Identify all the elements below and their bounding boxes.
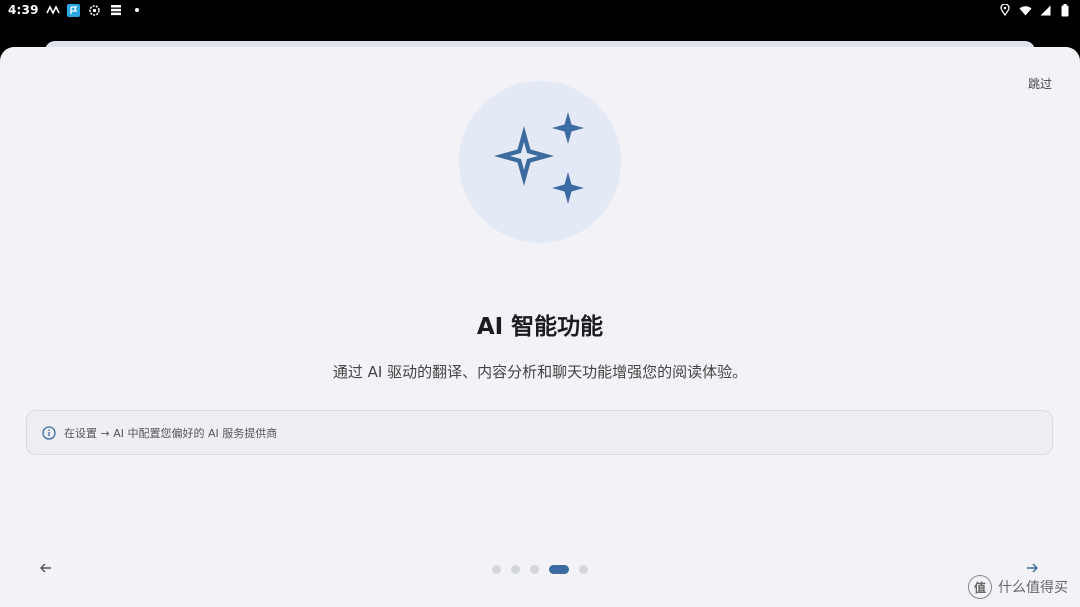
watermark: 值 什么值得买	[968, 575, 1068, 599]
page-dot[interactable]	[530, 565, 539, 574]
storage-icon	[109, 3, 123, 17]
watermark-badge: 值	[968, 575, 992, 599]
sparkles-icon	[492, 112, 588, 212]
settings-gear-icon	[88, 3, 102, 17]
app-flag-icon	[67, 3, 81, 17]
status-left: 4:39	[8, 3, 144, 17]
info-text: 在设置 → AI 中配置您偏好的 AI 服务提供商	[64, 426, 278, 440]
info-banner: 在设置 → AI 中配置您偏好的 AI 服务提供商	[26, 410, 1053, 455]
info-icon	[42, 425, 56, 440]
location-icon	[998, 3, 1012, 17]
signal-wave-icon	[45, 3, 60, 17]
watermark-text: 什么值得买	[998, 580, 1068, 596]
page-description: 通过 AI 驱动的翻译、内容分析和聊天功能增强您的阅读体验。	[332, 363, 748, 381]
wifi-icon	[1018, 3, 1032, 17]
onboarding-sheet: 跳过 AI 智能功能 通过 AI 驱动的翻译、内容分析和聊天功能增强您的阅读体验…	[0, 47, 1080, 607]
page-dot-active[interactable]	[549, 565, 569, 574]
dot-icon	[130, 3, 144, 17]
hero-illustration	[459, 81, 621, 243]
page-indicator	[0, 565, 1080, 574]
cell-signal-icon	[1038, 3, 1052, 17]
battery-icon	[1058, 3, 1072, 17]
page-title: AI 智能功能	[476, 314, 604, 340]
page-dot[interactable]	[511, 565, 520, 574]
status-bar: 4:39	[0, 0, 1080, 20]
skip-button[interactable]: 跳过	[1028, 75, 1052, 92]
page-dot[interactable]	[492, 565, 501, 574]
page-dot[interactable]	[579, 565, 588, 574]
status-right	[998, 3, 1072, 17]
status-time: 4:39	[8, 3, 39, 17]
